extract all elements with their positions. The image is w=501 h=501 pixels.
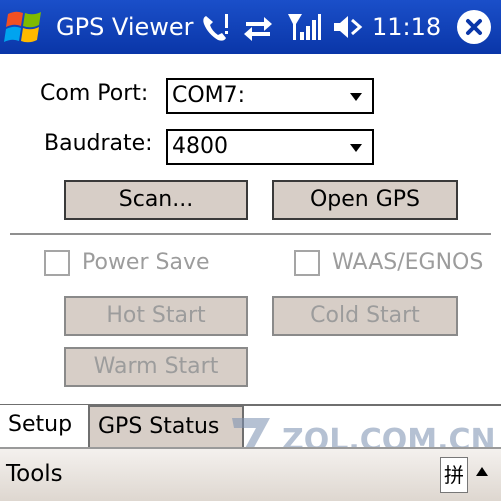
- cold-start-button[interactable]: Cold Start: [272, 296, 458, 336]
- tab-gps-status[interactable]: GPS Status: [90, 405, 244, 447]
- menu-bar: Tools 拼: [0, 447, 501, 501]
- app-title: GPS Viewer: [56, 13, 194, 41]
- close-icon: [466, 19, 482, 35]
- waas-egnos-label: WAAS/EGNOS: [332, 250, 484, 275]
- chevron-down-icon: [350, 144, 362, 152]
- tab-setup[interactable]: Setup: [0, 405, 90, 447]
- volume-icon[interactable]: [330, 8, 366, 46]
- waas-egnos-checkbox[interactable]: [294, 250, 320, 276]
- com-port-select[interactable]: COM7:: [166, 78, 374, 114]
- scan-button[interactable]: Scan...: [64, 180, 248, 220]
- com-port-value: COM7:: [172, 83, 246, 108]
- hot-start-button[interactable]: Hot Start: [64, 296, 248, 336]
- phone-icon[interactable]: [198, 8, 234, 46]
- power-save-label: Power Save: [82, 250, 210, 275]
- data-sync-icon[interactable]: [240, 8, 276, 46]
- open-gps-button[interactable]: Open GPS: [272, 180, 458, 220]
- title-bar: GPS Viewer 11:18: [0, 0, 501, 54]
- tools-menu[interactable]: Tools: [6, 459, 63, 489]
- com-port-label: Com Port:: [40, 81, 149, 106]
- separator: [10, 233, 491, 235]
- chevron-up-icon[interactable]: [476, 467, 488, 476]
- windows-start-icon[interactable]: [2, 4, 50, 50]
- chevron-down-icon: [350, 93, 362, 101]
- baudrate-label: Baudrate:: [44, 131, 153, 156]
- baudrate-select[interactable]: 4800: [166, 129, 374, 165]
- power-save-checkbox[interactable]: [44, 250, 70, 276]
- input-method-button[interactable]: 拼: [440, 457, 468, 493]
- baudrate-value: 4800: [172, 134, 228, 159]
- clock[interactable]: 11:18: [372, 10, 441, 44]
- signal-strength-icon[interactable]: [286, 8, 322, 46]
- warm-start-button[interactable]: Warm Start: [64, 347, 248, 387]
- close-button[interactable]: [457, 10, 491, 44]
